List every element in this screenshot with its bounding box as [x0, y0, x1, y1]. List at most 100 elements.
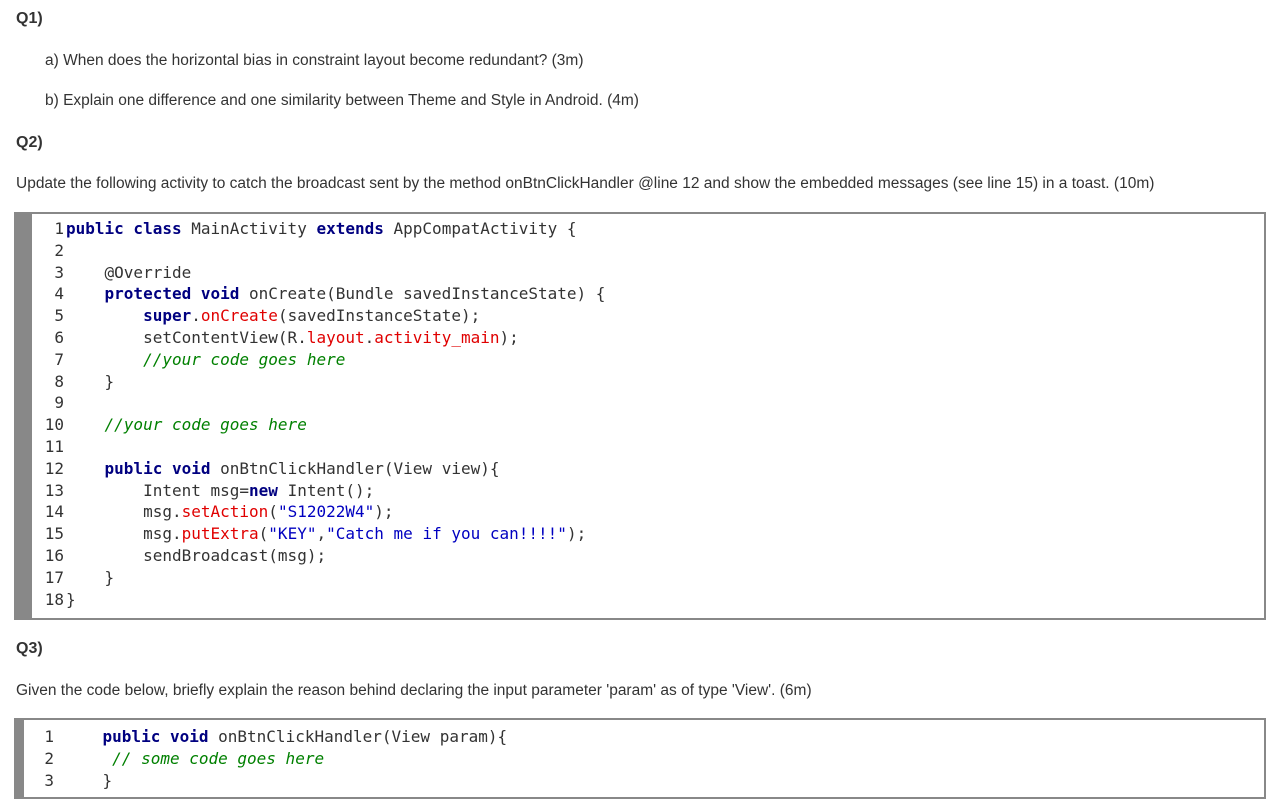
code-line: 18} — [16, 589, 76, 611]
line-number: 15 — [44, 524, 64, 544]
code-token: ( — [258, 524, 269, 544]
code-line: 9 — [16, 392, 66, 414]
line-code: } — [64, 771, 113, 790]
code-token: putExtra — [181, 524, 259, 544]
code-token: , — [316, 524, 327, 544]
code-token: setAction — [181, 502, 269, 522]
code-token: extends — [316, 219, 384, 238]
line-number: 3 — [44, 771, 54, 790]
code-token: @Override — [104, 262, 192, 282]
code-line: 1 public void onBtnClickHandler(View par… — [16, 726, 507, 748]
code-token: MainActivity — [181, 219, 317, 238]
code-line: 15 msg.putExtra("KEY","Catch me if you c… — [16, 523, 586, 545]
code-line: 2 // some code goes here — [16, 748, 324, 770]
q1-heading: Q1) — [16, 10, 43, 27]
line-number: 4 — [54, 284, 64, 304]
line-number: 16 — [44, 546, 64, 565]
code-line: 2 — [16, 240, 66, 262]
code-line: 1 public class MainActivity extends AppCo… — [16, 218, 577, 240]
line-code: sendBroadcast(msg); — [66, 546, 326, 565]
code-line: 12 public void onBtnClickHandler(View vi… — [16, 458, 500, 480]
line-number: 1 — [44, 727, 54, 746]
line-code: // some code goes here — [64, 749, 324, 768]
line-code: public void onBtnClickHandler(View param… — [64, 727, 508, 746]
code-token: "KEY" — [268, 524, 317, 544]
code-token: public void — [104, 458, 211, 478]
line-number: 5 — [54, 306, 64, 326]
code-token: //your code goes here — [104, 415, 307, 435]
code-token: msg. — [143, 502, 182, 522]
code-token: ( — [268, 502, 278, 522]
line-number: 12 — [44, 458, 64, 478]
code-line: 4 protected void onCreate(Bundle savedIn… — [16, 283, 605, 305]
code-token: sendBroadcast(msg); — [143, 546, 327, 565]
code-line: 3 @Override — [16, 262, 191, 284]
code-token: AppCompatActivity { — [383, 219, 577, 238]
code-token: onBtnClickHandler(View param){ — [208, 727, 508, 746]
code-token: onBtnClickHandler(View view){ — [210, 458, 500, 478]
code-token: Intent(); — [277, 480, 375, 500]
q2-prompt: Update the following activity to catch t… — [16, 175, 1155, 192]
q1-part-a: a) When does the horizontal bias in cons… — [45, 52, 584, 69]
line-code: public void onBtnClickHandler(View view)… — [66, 458, 500, 478]
line-number: 2 — [54, 240, 64, 260]
line-number: 2 — [44, 749, 54, 768]
line-number: 8 — [54, 371, 64, 391]
code-line: 5 super.onCreate(savedInstanceState); — [16, 305, 480, 327]
code-line: 13 Intent msg=new Intent(); — [16, 480, 375, 502]
q2-heading: Q2) — [16, 134, 43, 151]
code-token: msg. — [143, 524, 182, 544]
q3-prompt: Given the code below, briefly explain th… — [16, 682, 812, 699]
code-line: 8 } — [16, 371, 114, 393]
code-token: } — [102, 771, 113, 790]
code-token: . — [191, 306, 201, 326]
q3-code-box: 1 public void onBtnClickHandler(View par… — [14, 718, 1266, 799]
code-token: Intent msg= — [143, 480, 250, 500]
code-token: } — [104, 371, 115, 391]
code-token: super — [143, 306, 192, 326]
line-number: 14 — [44, 502, 64, 522]
line-number: 6 — [54, 328, 64, 347]
code-line: 16 sendBroadcast(msg); — [16, 545, 326, 567]
line-code: //your code goes here — [66, 350, 345, 369]
code-line: 3 } — [16, 770, 112, 792]
line-number: 1 — [54, 219, 64, 238]
line-number: 17 — [44, 567, 64, 587]
code-token: public class — [66, 219, 182, 238]
line-code: } — [66, 371, 115, 391]
code-token: . — [364, 328, 375, 347]
line-code: Intent msg=new Intent(); — [66, 481, 374, 500]
line-code: msg.setAction("S12022W4"); — [66, 502, 394, 522]
line-code: super.onCreate(savedInstanceState); — [66, 306, 480, 325]
code-line: 7 //your code goes here — [16, 349, 345, 371]
line-code: msg.putExtra("KEY","Catch me if you can!… — [66, 524, 586, 543]
code-token: new — [249, 480, 278, 500]
line-code: @Override — [66, 262, 192, 282]
code-token: "Catch me if you can!!!!" — [326, 524, 567, 544]
code-token: "S12022W4" — [277, 502, 375, 522]
line-number: 7 — [54, 349, 64, 369]
code-token: setContentView(R. — [143, 328, 307, 347]
line-number: 18 — [44, 589, 64, 609]
code-line: 17 } — [16, 567, 114, 589]
line-number: 9 — [54, 393, 64, 413]
line-code: //your code goes here — [66, 415, 307, 434]
code-line: 11 — [16, 436, 66, 458]
code-token: } — [104, 567, 115, 587]
q3-heading: Q3) — [16, 640, 43, 657]
line-code: protected void onCreate(Bundle savedInst… — [66, 284, 606, 304]
code-token: protected void — [104, 284, 240, 304]
code-token: onCreate(Bundle savedInstanceState) { — [239, 284, 606, 304]
line-number: 13 — [44, 480, 64, 500]
code-line: 14 msg.setAction("S12022W4"); — [16, 501, 394, 523]
line-code: setContentView(R.layout.activity_main); — [66, 328, 519, 347]
code-token: layout — [306, 328, 365, 347]
code-token: // some code goes here — [102, 749, 325, 768]
code-token: //your code goes here — [143, 349, 346, 369]
code-token: ); — [374, 502, 394, 522]
line-number: 11 — [44, 437, 64, 456]
line-number: 3 — [54, 262, 64, 282]
code-token: (savedInstanceState); — [277, 306, 481, 326]
line-number: 10 — [44, 415, 64, 435]
code-token: ); — [499, 328, 519, 347]
